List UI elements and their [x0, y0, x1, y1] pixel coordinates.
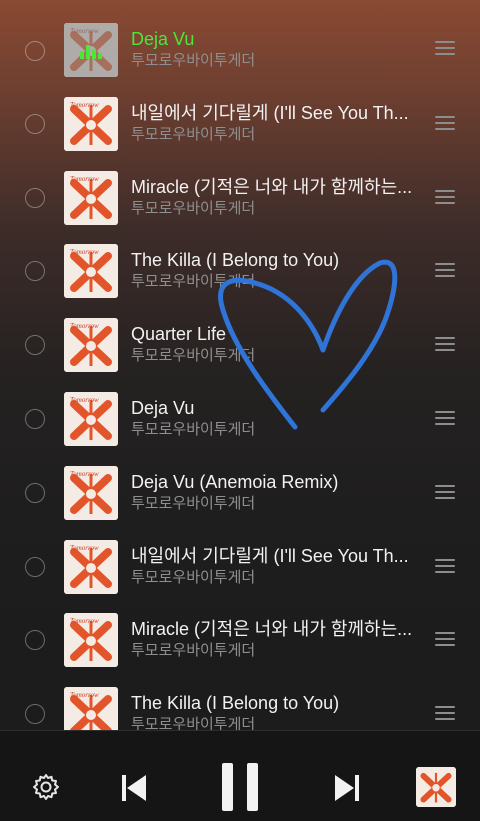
track-title: The Killa (I Belong to You)	[131, 693, 340, 713]
now-playing-thumbnail[interactable]	[416, 767, 456, 807]
track-artist: 투모로우바이투게더	[131, 716, 256, 730]
album-cover: Tomorrow	[64, 244, 118, 298]
track-artist: 투모로우바이투게더	[131, 421, 256, 438]
track-row[interactable]: Tomorrow Deja Vu (Anemoia Remix) 투모로우바이투…	[0, 455, 480, 529]
track-title: Quarter Life	[131, 324, 227, 344]
now-playing-overlay	[64, 23, 118, 77]
select-radio[interactable]	[25, 409, 45, 429]
svg-text:Tomorrow: Tomorrow	[70, 470, 99, 478]
track-row[interactable]: Tomorrow Deja Vu 투모로우바이투게더	[0, 381, 480, 455]
svg-text:Tomorrow: Tomorrow	[70, 617, 99, 625]
select-radio[interactable]	[25, 557, 45, 577]
album-cover: Tomorrow	[64, 687, 118, 730]
track-row[interactable]: Tomorrow 내일에서 기다릴게 (I'll See You Th... 투…	[0, 86, 480, 160]
select-radio[interactable]	[25, 188, 45, 208]
track-row[interactable]: Tomorrow Miracle (기적은 너와 내가 함께하는... 투모로우…	[0, 602, 480, 676]
reorder-handle-icon[interactable]	[435, 632, 455, 646]
reorder-handle-icon[interactable]	[435, 485, 455, 499]
svg-text:Tomorrow: Tomorrow	[70, 248, 99, 256]
track-list: Tomorrow Deja Vu 투모로우바이투게더 Tomorrow 내일에서…	[0, 0, 480, 730]
album-cover: Tomorrow	[64, 318, 118, 372]
select-radio[interactable]	[25, 41, 45, 61]
select-radio[interactable]	[25, 335, 45, 355]
track-artist: 투모로우바이투게더	[131, 52, 256, 69]
album-cover: Tomorrow	[64, 97, 118, 151]
track-artist: 투모로우바이투게더	[131, 642, 256, 659]
album-cover: Tomorrow	[64, 23, 118, 77]
track-row[interactable]: Tomorrow Quarter Life 투모로우바이투게더	[0, 307, 480, 381]
reorder-handle-icon[interactable]	[435, 559, 455, 573]
next-icon[interactable]	[333, 773, 361, 803]
reorder-handle-icon[interactable]	[435, 411, 455, 425]
track-title: The Killa (I Belong to You)	[131, 250, 340, 270]
svg-text:Tomorrow: Tomorrow	[70, 175, 99, 183]
svg-text:Tomorrow: Tomorrow	[70, 322, 99, 330]
select-radio[interactable]	[25, 261, 45, 281]
reorder-handle-icon[interactable]	[435, 116, 455, 130]
track-title: 내일에서 기다릴게 (I'll See You Th...	[131, 103, 409, 123]
reorder-handle-icon[interactable]	[435, 706, 455, 720]
select-radio[interactable]	[25, 114, 45, 134]
track-row[interactable]: Tomorrow Miracle (기적은 너와 내가 함께하는... 투모로우…	[0, 160, 480, 234]
gear-icon[interactable]	[32, 773, 60, 801]
track-artist: 투모로우바이투게더	[131, 126, 256, 143]
select-radio[interactable]	[25, 483, 45, 503]
track-title: Miracle (기적은 너와 내가 함께하는...	[131, 619, 413, 639]
track-row[interactable]: Tomorrow 내일에서 기다릴게 (I'll See You Th... 투…	[0, 529, 480, 603]
track-title: Deja Vu (Anemoia Remix)	[131, 472, 339, 492]
album-cover: Tomorrow	[64, 466, 118, 520]
album-cover: Tomorrow	[64, 613, 118, 667]
equalizer-icon	[80, 45, 102, 59]
previous-icon[interactable]	[120, 773, 148, 803]
reorder-handle-icon[interactable]	[435, 41, 455, 55]
select-radio[interactable]	[25, 630, 45, 650]
album-cover: Tomorrow	[64, 171, 118, 225]
svg-text:Tomorrow: Tomorrow	[70, 691, 99, 699]
svg-text:Tomorrow: Tomorrow	[70, 544, 99, 552]
track-artist: 투모로우바이투게더	[131, 569, 256, 586]
track-row[interactable]: Tomorrow Deja Vu 투모로우바이투게더	[0, 13, 480, 87]
select-radio[interactable]	[25, 704, 45, 724]
track-row[interactable]: Tomorrow The Killa (I Belong to You) 투모로…	[0, 676, 480, 730]
track-title: Deja Vu	[131, 398, 195, 418]
pause-icon[interactable]	[220, 761, 260, 813]
track-artist: 투모로우바이투게더	[131, 273, 256, 290]
track-artist: 투모로우바이투게더	[131, 495, 256, 512]
track-title: 내일에서 기다릴게 (I'll See You Th...	[131, 546, 409, 566]
track-title: Miracle (기적은 너와 내가 함께하는...	[131, 177, 413, 197]
reorder-handle-icon[interactable]	[435, 190, 455, 204]
svg-text:Tomorrow: Tomorrow	[70, 101, 99, 109]
track-title: Deja Vu	[131, 29, 195, 49]
svg-text:Tomorrow: Tomorrow	[70, 396, 99, 404]
player-bar	[0, 731, 480, 821]
track-artist: 투모로우바이투게더	[131, 200, 256, 217]
reorder-handle-icon[interactable]	[435, 337, 455, 351]
reorder-handle-icon[interactable]	[435, 263, 455, 277]
album-cover: Tomorrow	[64, 540, 118, 594]
track-artist: 투모로우바이투게더	[131, 347, 256, 364]
track-row[interactable]: Tomorrow The Killa (I Belong to You) 투모로…	[0, 233, 480, 307]
album-cover: Tomorrow	[64, 392, 118, 446]
